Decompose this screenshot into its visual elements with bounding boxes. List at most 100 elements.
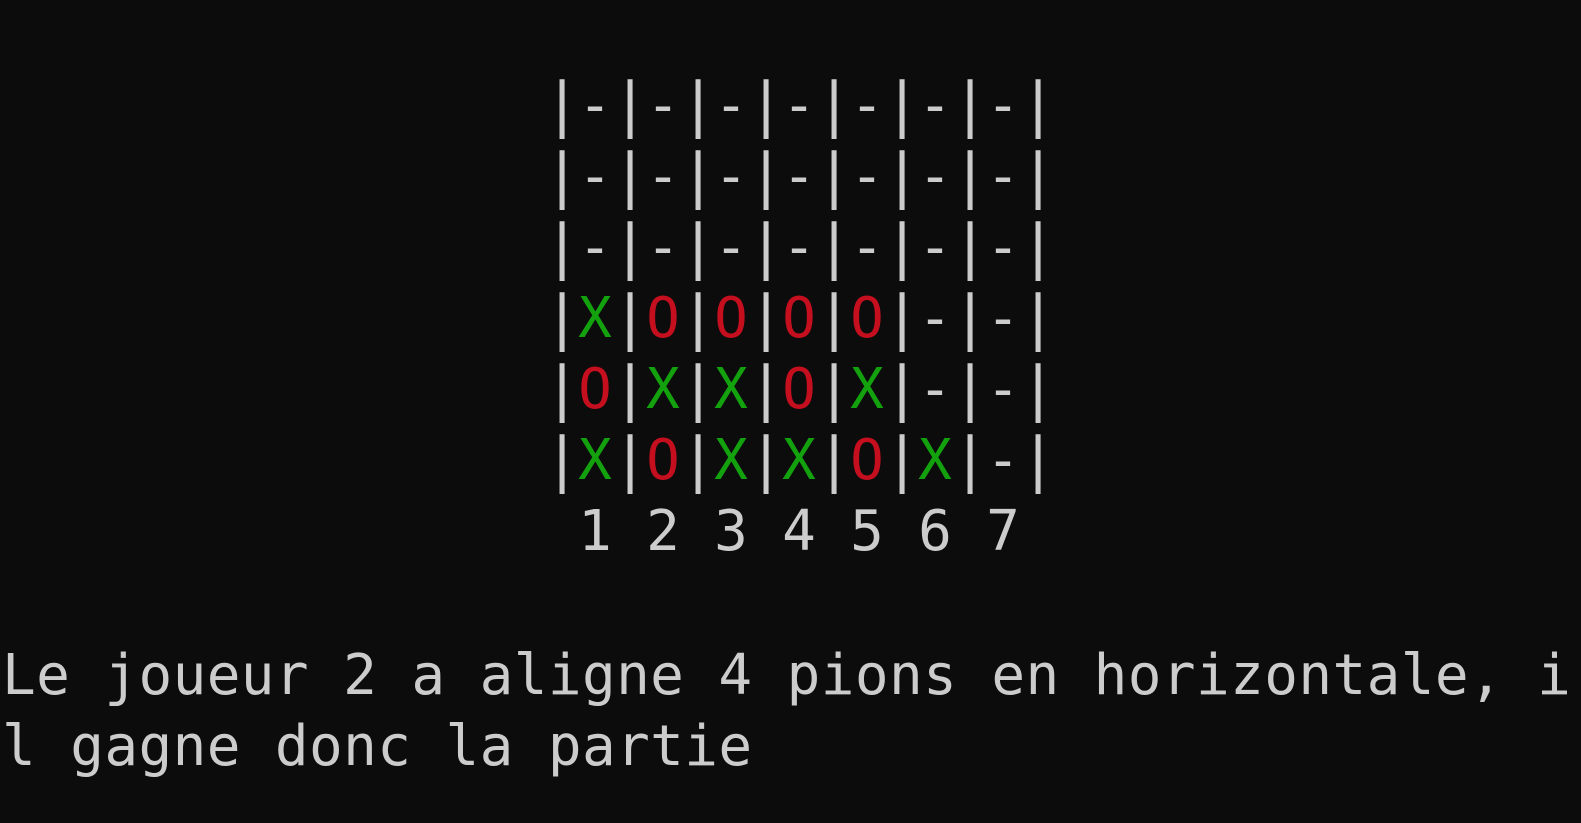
cell-separator: |: [544, 354, 581, 424]
label-spacer: [884, 496, 918, 567]
cell-separator: |: [1020, 354, 1057, 424]
game-board: | - | - | - | - | - | - | - | | - | - | - | - | - | - | - | | - | - | - | - | -…: [544, 70, 1057, 567]
cell-separator: |: [612, 354, 649, 424]
board-row: | X | O | O | O | O | - | - |: [544, 283, 1057, 354]
empty-cell: -: [714, 73, 748, 138]
column-label: 6: [918, 499, 952, 564]
label-spacer: [1020, 496, 1054, 567]
cell-separator: |: [816, 425, 853, 495]
label-spacer: [544, 496, 578, 567]
empty-cell: -: [646, 144, 680, 209]
column-label: 2: [646, 499, 680, 564]
piece-x: X: [714, 357, 748, 422]
empty-cell: -: [850, 215, 884, 280]
label-spacer: [748, 496, 782, 567]
cell-separator: |: [816, 283, 853, 353]
cell-separator: |: [612, 141, 649, 211]
empty-cell: -: [646, 215, 680, 280]
piece-x: X: [918, 428, 952, 493]
piece-o: O: [578, 357, 612, 422]
cell-separator: |: [1020, 70, 1057, 140]
piece-o: O: [850, 428, 884, 493]
empty-cell: -: [918, 357, 952, 422]
cell-separator: |: [612, 212, 649, 282]
cell-separator: |: [952, 283, 989, 353]
cell-separator: |: [952, 70, 989, 140]
cell-separator: |: [680, 70, 717, 140]
cell-separator: |: [884, 70, 921, 140]
column-label: 3: [714, 499, 748, 564]
cell-separator: |: [952, 354, 989, 424]
empty-cell: -: [578, 73, 612, 138]
empty-cell: -: [918, 215, 952, 280]
cell-separator: |: [816, 212, 853, 282]
cell-separator: |: [680, 212, 717, 282]
piece-o: O: [646, 286, 680, 351]
cell-separator: |: [680, 283, 717, 353]
cell-separator: |: [612, 425, 649, 495]
empty-cell: -: [782, 144, 816, 209]
cell-separator: |: [748, 141, 785, 211]
board-row: | - | - | - | - | - | - | - |: [544, 141, 1057, 212]
piece-o: O: [850, 286, 884, 351]
cell-separator: |: [952, 141, 989, 211]
empty-cell: -: [986, 286, 1020, 351]
label-spacer: [816, 496, 850, 567]
empty-cell: -: [918, 144, 952, 209]
empty-cell: -: [918, 73, 952, 138]
empty-cell: -: [578, 144, 612, 209]
column-labels: 1 2 3 4 5 6 7: [544, 496, 1054, 567]
cell-separator: |: [816, 141, 853, 211]
board-row: | X | O | X | X | O | X | - |: [544, 425, 1057, 496]
empty-cell: -: [782, 73, 816, 138]
board-row: | O | X | X | O | X | - | - |: [544, 354, 1057, 425]
column-label: 4: [782, 499, 816, 564]
piece-x: X: [714, 428, 748, 493]
result-message-line-2: l gagne donc la partie: [2, 714, 753, 779]
piece-o: O: [646, 428, 680, 493]
cell-separator: |: [748, 70, 785, 140]
cell-separator: |: [680, 425, 717, 495]
console-window: | - | - | - | - | - | - | - | | - | - | - | - | - | - | - | | - | - | - | - | -…: [0, 0, 1581, 823]
cell-separator: |: [1020, 283, 1057, 353]
cell-separator: |: [816, 354, 853, 424]
piece-x: X: [850, 357, 884, 422]
result-message-line-1: Le joueur 2 a aligne 4 pions en horizont…: [2, 643, 1572, 708]
piece-o: O: [714, 286, 748, 351]
cell-separator: |: [544, 212, 581, 282]
cell-separator: |: [544, 70, 581, 140]
cell-separator: |: [952, 212, 989, 282]
cell-separator: |: [1020, 141, 1057, 211]
cell-separator: |: [884, 354, 921, 424]
piece-x: X: [578, 286, 612, 351]
cell-separator: |: [884, 141, 921, 211]
piece-o: O: [782, 357, 816, 422]
cell-separator: |: [884, 425, 921, 495]
empty-cell: -: [714, 215, 748, 280]
piece-x: X: [578, 428, 612, 493]
empty-cell: -: [714, 144, 748, 209]
empty-cell: -: [578, 215, 612, 280]
label-spacer: [680, 496, 714, 567]
column-label: 1: [578, 499, 612, 564]
result-message: Le joueur 2 a aligne 4 pions en horizont…: [2, 640, 1571, 782]
cell-separator: |: [748, 425, 785, 495]
column-label: 7: [986, 499, 1020, 564]
cell-separator: |: [544, 425, 581, 495]
cell-separator: |: [544, 141, 581, 211]
cell-separator: |: [1020, 425, 1057, 495]
cell-separator: |: [680, 141, 717, 211]
cell-separator: |: [748, 283, 785, 353]
empty-cell: -: [646, 73, 680, 138]
empty-cell: -: [986, 73, 1020, 138]
empty-cell: -: [782, 215, 816, 280]
cell-separator: |: [748, 354, 785, 424]
empty-cell: -: [850, 144, 884, 209]
piece-o: O: [782, 286, 816, 351]
cell-separator: |: [884, 212, 921, 282]
empty-cell: -: [986, 357, 1020, 422]
cell-separator: |: [748, 212, 785, 282]
empty-cell: -: [918, 286, 952, 351]
empty-cell: -: [986, 144, 1020, 209]
board-row: | - | - | - | - | - | - | - |: [544, 212, 1056, 283]
